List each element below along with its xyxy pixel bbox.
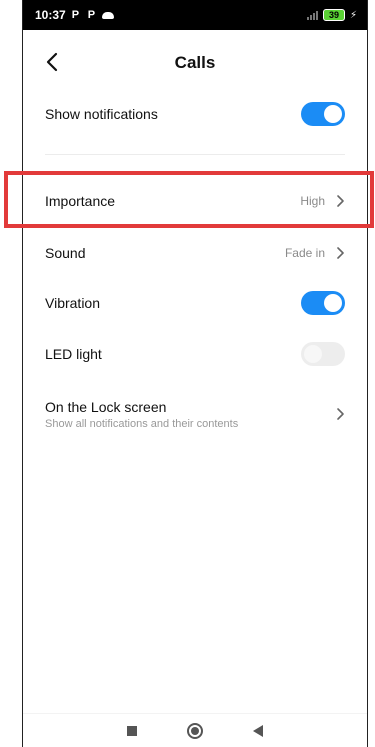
cloud-icon xyxy=(101,11,114,19)
vibration-toggle[interactable] xyxy=(301,291,345,315)
divider xyxy=(45,154,345,155)
header: Calls xyxy=(23,44,367,80)
importance-row[interactable]: Importance High xyxy=(23,183,367,219)
p-notification-icon: P xyxy=(71,9,80,21)
led-light-row[interactable]: LED light xyxy=(23,336,367,372)
show-notifications-label: Show notifications xyxy=(45,106,158,122)
sound-value: Fade in xyxy=(284,246,325,260)
vibration-row[interactable]: Vibration xyxy=(23,285,367,321)
show-notifications-row[interactable]: Show notifications xyxy=(23,96,367,132)
navigation-bar xyxy=(23,713,367,747)
sound-label: Sound xyxy=(45,245,86,261)
page-title: Calls xyxy=(174,53,216,72)
recents-button[interactable] xyxy=(127,725,137,736)
p-notification-icon: P xyxy=(87,9,96,21)
led-light-label: LED light xyxy=(45,346,102,362)
signal-icon xyxy=(306,10,318,20)
vibration-label: Vibration xyxy=(45,295,101,311)
status-time: 10:37 xyxy=(35,8,66,22)
show-notifications-toggle[interactable] xyxy=(301,102,345,126)
led-light-toggle[interactable] xyxy=(301,342,345,366)
phone-screen: 10:37 P P 39 ⚡ Calls Show notifications … xyxy=(22,0,368,747)
battery-icon: 39 xyxy=(322,9,345,21)
lock-screen-label: On the Lock screen xyxy=(45,398,167,415)
lock-screen-sublabel: Show all notifications and their content… xyxy=(45,417,239,430)
chevron-right-icon xyxy=(335,194,345,208)
chevron-right-icon xyxy=(335,407,345,421)
sound-row[interactable]: Sound Fade in xyxy=(23,235,367,271)
importance-label: Importance xyxy=(45,193,116,209)
importance-value: High xyxy=(300,194,325,208)
status-bar: 10:37 P P 39 ⚡ xyxy=(23,0,367,30)
lock-screen-row[interactable]: On the Lock screen Show all notification… xyxy=(23,392,367,436)
home-button[interactable] xyxy=(187,722,203,739)
nav-back-button[interactable] xyxy=(253,724,263,737)
charging-icon: ⚡ xyxy=(349,9,357,21)
chevron-right-icon xyxy=(335,246,345,260)
